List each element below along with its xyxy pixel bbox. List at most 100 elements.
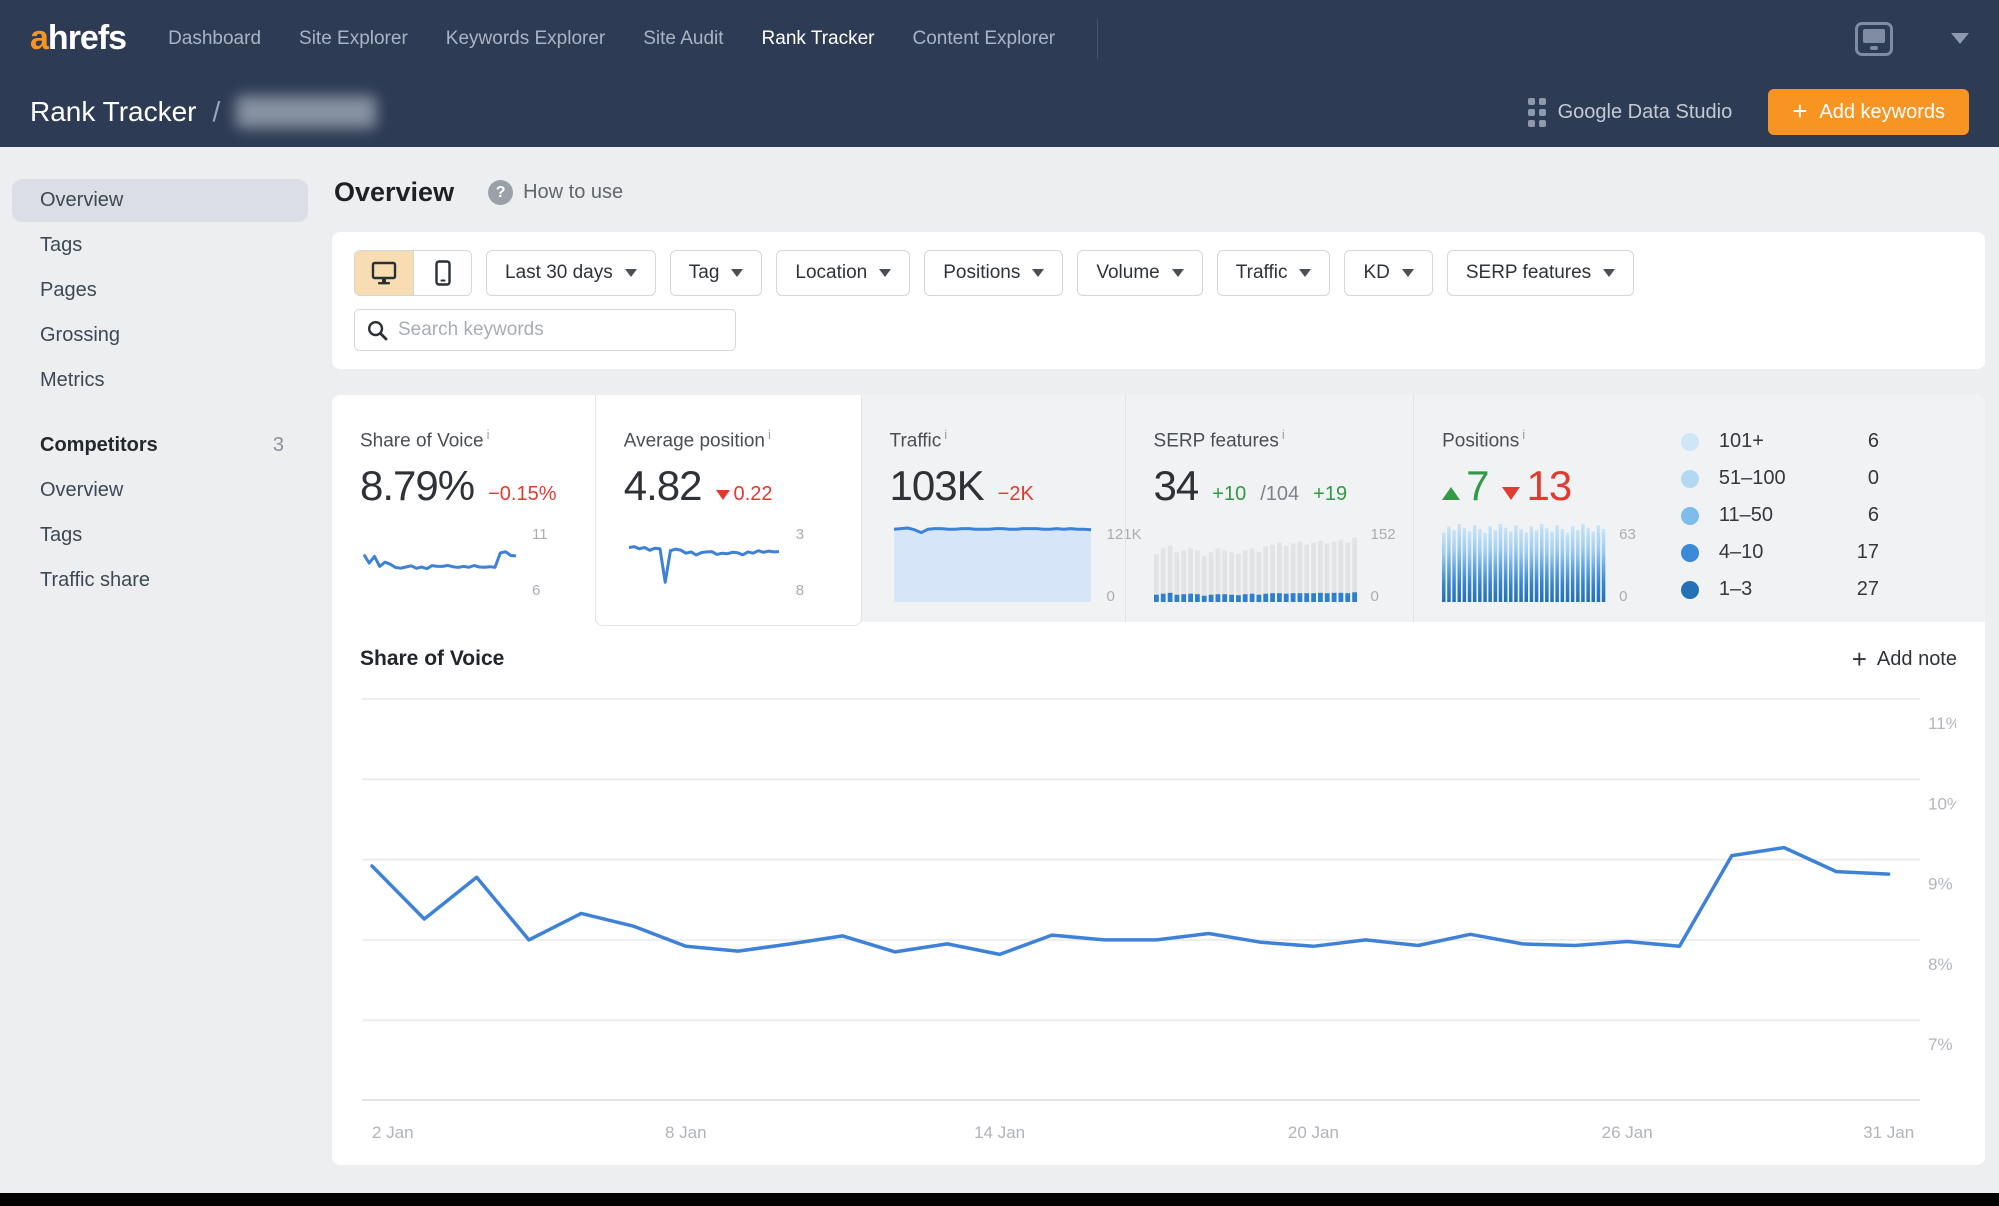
search-row <box>354 309 1963 351</box>
chevron-down-icon <box>879 269 892 277</box>
desktop-toggle-button[interactable] <box>355 251 413 295</box>
ahrefs-logo[interactable]: ahrefs <box>30 19 127 58</box>
positions-legend: 101+ 6 51–100 0 11–50 6 4–10 17 1–3 27 <box>1680 395 1879 622</box>
page-breadcrumb-title: Rank Tracker <box>30 96 197 127</box>
tag-label: Tag <box>688 262 720 283</box>
nav-item-rank-tracker[interactable]: Rank Tracker <box>762 28 875 50</box>
legend-row: 4–10 17 <box>1680 534 1879 571</box>
kd-dropdown[interactable]: KD <box>1344 250 1433 296</box>
add-note-button[interactable]: + Add note <box>1852 646 1957 672</box>
add-note-label: Add note <box>1876 647 1957 670</box>
chevron-down-icon <box>1171 269 1184 277</box>
sidebar-item-grossing[interactable]: Grossing <box>12 314 308 357</box>
location-dropdown[interactable]: Location <box>776 250 911 296</box>
share-of-voice-value: 8.79% <box>360 462 475 510</box>
tab-average-position[interactable]: Average position i 4.82 0.22 3 8 <box>594 395 862 626</box>
main-content: Overview ? How to use Last 30 days Tag L… <box>332 147 1985 1165</box>
sidebar-item-traffic-share[interactable]: Traffic share <box>12 559 308 602</box>
volume-label: Volume <box>1096 262 1160 283</box>
tag-dropdown[interactable]: Tag <box>669 250 763 296</box>
date-range-dropdown[interactable]: Last 30 days <box>486 250 656 296</box>
serp-features-delta: +10 <box>1212 483 1247 506</box>
nav-item-site-explorer[interactable]: Site Explorer <box>299 28 408 50</box>
chevron-down-icon <box>624 269 637 277</box>
chevron-down-icon <box>1603 269 1616 277</box>
search-keywords-input[interactable] <box>398 319 723 341</box>
google-data-studio-icon <box>1527 97 1546 127</box>
legend-row: 51–100 0 <box>1680 460 1879 497</box>
tab-traffic[interactable]: Traffic i 103K −2K 121K 0 <box>862 395 1142 622</box>
page-header: Overview ? How to use <box>334 177 1985 208</box>
info-icon: i <box>944 427 948 442</box>
share-of-voice-line-chart: 11% 10% 9% 8% 7% 2 Jan 8 Jan 14 Jan 20 Jan 26 Jan… <box>360 676 1962 1151</box>
screen-bottom-edge <box>0 1193 1999 1206</box>
legend-dot-101-plus <box>1680 432 1699 451</box>
how-to-use-link[interactable]: ? How to use <box>488 180 623 205</box>
traffic-area-sparkline <box>890 524 1095 607</box>
sidebar-item-pages[interactable]: Pages <box>12 269 308 312</box>
account-chevron-down-icon[interactable] <box>1951 33 1969 44</box>
keyword-search-box <box>354 309 736 351</box>
add-keywords-button[interactable]: + Add keywords <box>1768 89 1969 135</box>
positions-dropdown[interactable]: Positions <box>924 250 1064 296</box>
project-header-row: Rank Tracker / Google Data Studio + Add … <box>30 77 1969 147</box>
nav-item-dashboard[interactable]: Dashboard <box>168 28 261 50</box>
help-question-icon: ? <box>488 180 514 205</box>
average-position-value: 4.82 <box>623 462 703 510</box>
page-title: Overview <box>334 177 455 207</box>
how-to-use-label: How to use <box>523 181 624 203</box>
kd-label: KD <box>1363 262 1390 283</box>
card-title: Positions i <box>1442 427 1526 452</box>
device-toggle <box>354 250 472 296</box>
tab-share-of-voice[interactable]: Share of Voice i 8.79% −0.15% 11 6 <box>332 395 595 622</box>
sidebar-section-competitors: Competitors 3 <box>12 424 308 467</box>
svg-text:2 Jan: 2 Jan <box>372 1123 414 1142</box>
google-data-studio-link[interactable]: Google Data Studio <box>1527 97 1733 127</box>
traffic-dropdown[interactable]: Traffic <box>1216 250 1331 296</box>
nav-item-content-explorer[interactable]: Content Explorer <box>913 28 1056 50</box>
plus-icon: + <box>1851 644 1867 674</box>
nav-item-keywords-explorer[interactable]: Keywords Explorer <box>446 28 605 50</box>
tab-positions[interactable]: Positions i 7 13 63 0 <box>1413 395 1681 622</box>
overview-panel: Share of Voice i 8.79% −0.15% 11 6 Avera… <box>332 395 1985 1165</box>
svg-text:10%: 10% <box>1928 794 1956 813</box>
card-value-row: 4.82 0.22 <box>624 462 861 510</box>
google-data-studio-label: Google Data Studio <box>1557 100 1733 123</box>
nav-item-site-audit[interactable]: Site Audit <box>643 28 723 50</box>
svg-text:11%: 11% <box>1928 714 1956 733</box>
positions-up: 7 <box>1442 462 1489 510</box>
sidebar-item-overview[interactable]: Overview <box>12 179 308 222</box>
card-value-row: 8.79% −0.15% <box>360 462 595 510</box>
volume-dropdown[interactable]: Volume <box>1077 250 1203 296</box>
mobile-toggle-button[interactable] <box>413 251 471 295</box>
card-title: Average position i <box>623 427 771 452</box>
sidebar-item-metrics[interactable]: Metrics <box>12 359 308 402</box>
legend-row: 1–3 27 <box>1680 571 1879 608</box>
project-name-redacted[interactable] <box>236 96 377 128</box>
sidebar-item-competitors-overview[interactable]: Overview <box>12 469 308 512</box>
svg-text:8 Jan: 8 Jan <box>665 1123 707 1142</box>
card-value-row: 34 +10 /104 +19 <box>1154 462 1414 510</box>
tab-serp-features[interactable]: SERP features i 34 +10 /104 +19 152 0 <box>1124 395 1414 622</box>
positions-down: 13 <box>1502 462 1572 510</box>
sidebar-item-tags[interactable]: Tags <box>12 224 308 267</box>
add-keywords-label: Add keywords <box>1819 100 1945 123</box>
serp-features-dropdown[interactable]: SERP features <box>1446 250 1635 296</box>
serp-features-total-delta: +19 <box>1313 483 1348 506</box>
header-actions: Google Data Studio + Add keywords <box>1527 89 1969 135</box>
workspace-icon[interactable] <box>1855 21 1893 56</box>
legend-dot-51-100 <box>1680 469 1699 488</box>
legend-dot-4-10 <box>1680 543 1699 562</box>
sparkline-axis: 152 0 <box>1370 526 1396 606</box>
logo-accent-letter: a <box>30 19 49 57</box>
main-nav-row: ahrefs Dashboard Site Explorer Keywords … <box>30 0 1969 77</box>
chevron-down-icon <box>1299 269 1312 277</box>
location-label: Location <box>795 262 868 283</box>
triangle-down-icon <box>715 490 730 501</box>
nav-right-controls <box>1855 21 1969 56</box>
sparkline-block: 63 0 <box>1442 524 1681 607</box>
filters-row: Last 30 days Tag Location Positions Volu… <box>354 250 1963 296</box>
share-of-voice-sparkline <box>360 524 520 601</box>
sidebar-item-competitors-tags[interactable]: Tags <box>12 514 308 557</box>
sparkline-block: 152 0 <box>1153 524 1414 607</box>
